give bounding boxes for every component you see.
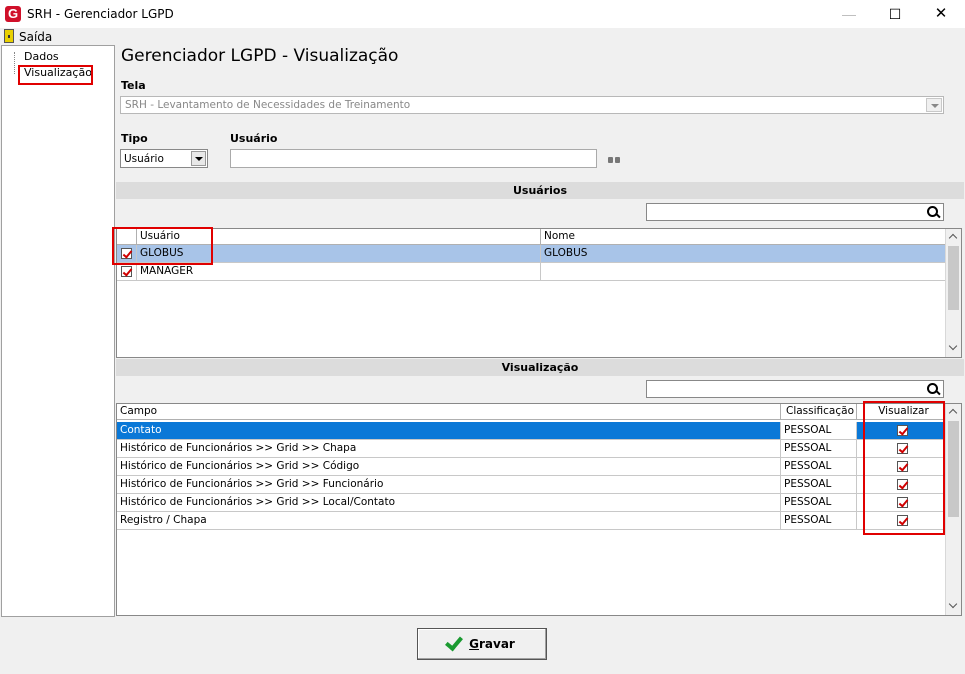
tela-select-value: SRH - Levantamento de Necessidades de Tr… <box>125 99 411 111</box>
users-search-input[interactable] <box>646 203 944 221</box>
checkmark-icon <box>445 632 464 652</box>
maximize-button[interactable]: ☐ <box>872 0 918 28</box>
app-logo-icon: G <box>5 6 21 22</box>
cell-campo: Registro / Chapa <box>117 512 781 529</box>
cell-nome: GLOBUS <box>544 247 588 259</box>
save-button-label: Gravar <box>469 637 515 651</box>
table-row[interactable]: MANAGER <box>117 263 947 281</box>
usuario-label: Usuário <box>230 132 278 145</box>
chevron-down-icon[interactable] <box>191 151 206 166</box>
table-row[interactable]: GLOBUS GLOBUS <box>117 245 947 263</box>
usuario-input[interactable] <box>230 149 597 168</box>
tela-label: Tela <box>121 79 146 92</box>
scroll-up-icon[interactable] <box>946 230 961 246</box>
scroll-down-icon[interactable] <box>946 340 961 356</box>
cell-usuario: MANAGER <box>137 263 541 280</box>
grid-header-nome[interactable]: Nome <box>541 229 947 245</box>
tipo-label: Tipo <box>121 132 148 145</box>
binoculars-icon[interactable] <box>608 155 621 164</box>
row-checkbox[interactable] <box>121 266 132 277</box>
minimize-button[interactable]: — <box>826 0 872 28</box>
cell-campo: Contato <box>117 422 781 439</box>
vis-grid-scrollbar[interactable] <box>945 404 961 615</box>
cell-campo: Histórico de Funcionários >> Grid >> Cód… <box>117 458 781 475</box>
row-checkbox-cell <box>117 263 137 280</box>
vis-grid: Campo Classificação Visualizar Contato P… <box>116 403 962 616</box>
scroll-up-icon[interactable] <box>946 405 961 421</box>
vis-section-header: Visualização <box>116 359 964 376</box>
scroll-down-icon[interactable] <box>946 598 961 614</box>
title-bar: G SRH - Gerenciador LGPD — ☐ ✕ <box>0 0 965 28</box>
menu-exit[interactable]: Saída <box>19 30 52 44</box>
cell-classificacao: PESSOAL <box>781 512 857 529</box>
users-grid-scrollbar[interactable] <box>945 229 961 357</box>
users-section-header: Usuários <box>116 182 964 199</box>
cell-classificacao: PESSOAL <box>781 440 857 457</box>
chevron-down-icon[interactable] <box>926 98 942 112</box>
search-icon[interactable] <box>927 383 940 396</box>
cell-classificacao: PESSOAL <box>781 476 857 493</box>
window-title: SRH - Gerenciador LGPD <box>27 7 174 21</box>
page-title: Gerenciador LGPD - Visualização <box>121 46 399 66</box>
tipo-select[interactable]: Usuário <box>120 149 208 168</box>
cell-campo: Histórico de Funcionários >> Grid >> Fun… <box>117 476 781 493</box>
cell-campo: Histórico de Funcionários >> Grid >> Cha… <box>117 440 781 457</box>
navigation-tree: Dados Visualização <box>1 45 115 617</box>
search-icon[interactable] <box>927 206 940 219</box>
close-button[interactable]: ✕ <box>918 0 964 28</box>
table-row[interactable]: Histórico de Funcionários >> Grid >> Cód… <box>117 458 947 476</box>
cell-classificacao: PESSOAL <box>781 422 857 439</box>
table-row[interactable]: Contato PESSOAL <box>117 422 947 440</box>
grid-header-campo[interactable]: Campo <box>117 404 781 420</box>
highlight-annotation <box>112 227 213 265</box>
exit-door-icon[interactable] <box>4 29 14 43</box>
vis-search-input[interactable] <box>646 380 944 398</box>
tela-select[interactable]: SRH - Levantamento de Necessidades de Tr… <box>120 96 944 114</box>
tree-item-dados[interactable]: Dados <box>24 50 59 63</box>
scroll-thumb[interactable] <box>948 246 959 310</box>
cell-classificacao: PESSOAL <box>781 458 857 475</box>
highlight-annotation <box>863 401 945 535</box>
menu-bar: Saída <box>0 28 965 45</box>
table-row[interactable]: Registro / Chapa PESSOAL <box>117 512 947 530</box>
users-grid: Usuário Nome GLOBUS GLOBUS MANAGER <box>116 228 962 358</box>
table-row[interactable]: Histórico de Funcionários >> Grid >> Loc… <box>117 494 947 512</box>
save-button[interactable]: Gravar <box>417 628 547 660</box>
scroll-thumb[interactable] <box>948 421 959 517</box>
table-row[interactable]: Histórico de Funcionários >> Grid >> Cha… <box>117 440 947 458</box>
cell-campo: Histórico de Funcionários >> Grid >> Loc… <box>117 494 781 511</box>
table-row[interactable]: Histórico de Funcionários >> Grid >> Fun… <box>117 476 947 494</box>
highlight-annotation <box>18 65 93 85</box>
cell-classificacao: PESSOAL <box>781 494 857 511</box>
tipo-select-value: Usuário <box>124 153 164 165</box>
cell-nome <box>541 263 947 280</box>
grid-header-classificacao[interactable]: Classificação <box>781 404 857 420</box>
tree-connector <box>14 52 15 74</box>
